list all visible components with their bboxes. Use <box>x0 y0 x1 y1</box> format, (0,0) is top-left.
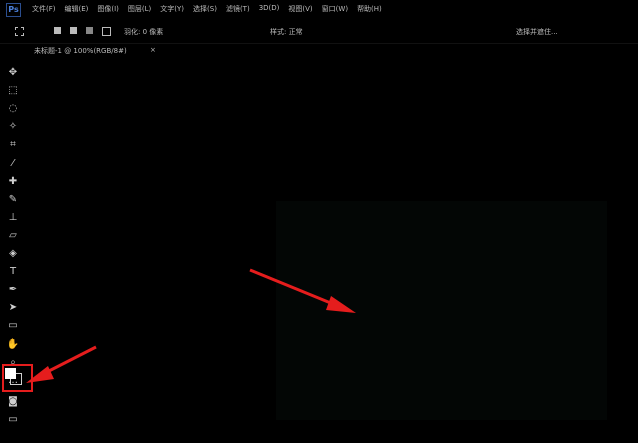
arrow-line-swatch <box>44 345 97 375</box>
arrow-head-canvas <box>326 296 356 313</box>
annotation-arrows <box>26 268 356 383</box>
arrow-head-swatch <box>26 366 54 383</box>
arrow-line-canvas <box>249 268 339 308</box>
